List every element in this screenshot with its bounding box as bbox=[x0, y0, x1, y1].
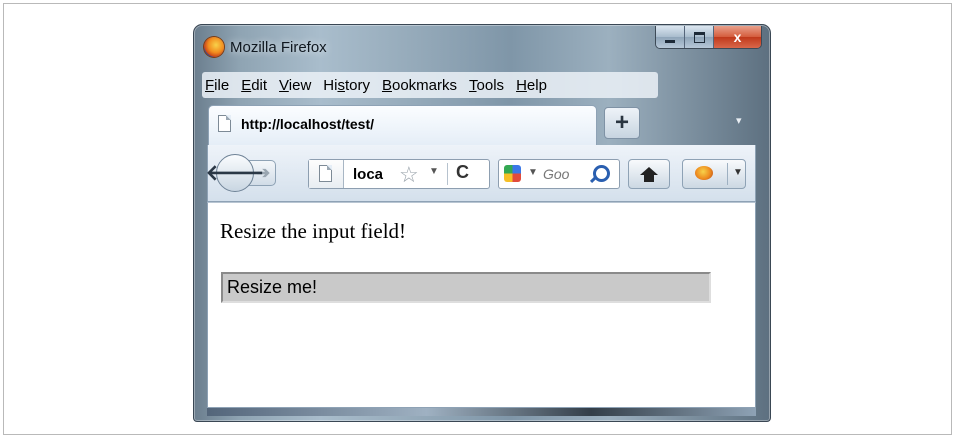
back-arrow-icon: 🡐 bbox=[205, 160, 265, 185]
tab-list-arrow-icon[interactable]: ▾ bbox=[736, 114, 742, 127]
firefox-logo-icon[interactable] bbox=[204, 37, 224, 57]
menu-edit[interactable]: Edit bbox=[241, 77, 267, 94]
close-icon: x bbox=[733, 29, 742, 45]
menu-bookmarks[interactable]: Bookmarks bbox=[382, 77, 457, 94]
browser-tab[interactable]: http://localhost/test/ bbox=[208, 105, 597, 145]
star-icon[interactable]: ☆ bbox=[399, 162, 419, 188]
google-icon[interactable] bbox=[504, 165, 521, 182]
tab-title: http://localhost/test/ bbox=[241, 116, 374, 132]
back-button[interactable]: 🡐 bbox=[206, 154, 265, 192]
menu-help[interactable]: Help bbox=[516, 77, 547, 94]
page-heading: Resize the input field! bbox=[220, 219, 407, 243]
window-title: Mozilla Firefox bbox=[230, 39, 327, 56]
menu-history[interactable]: History bbox=[323, 77, 370, 94]
firebug-separator bbox=[727, 163, 728, 185]
menu-tools[interactable]: Tools bbox=[469, 77, 504, 94]
browser-window: Mozilla Firefox x File Edit View History… bbox=[193, 24, 771, 422]
window-bottom-border bbox=[207, 408, 756, 416]
site-identity-button[interactable] bbox=[309, 160, 344, 188]
navigation-toolbar: ➔ 🡐 loca ☆ ▼ C ▼ Goo ▼ bbox=[206, 145, 756, 202]
page-icon bbox=[218, 115, 231, 132]
resize-input[interactable] bbox=[221, 272, 711, 303]
new-tab-button[interactable]: + bbox=[604, 107, 640, 139]
page-icon bbox=[319, 165, 332, 182]
firebug-button[interactable]: ▼ bbox=[682, 159, 746, 189]
maximize-button[interactable] bbox=[685, 26, 714, 48]
url-dropdown-icon[interactable]: ▼ bbox=[429, 166, 439, 177]
url-text[interactable]: loca bbox=[353, 166, 383, 183]
minimize-button[interactable] bbox=[656, 26, 685, 48]
firebug-dropdown-icon[interactable]: ▼ bbox=[733, 167, 743, 178]
url-bar[interactable]: loca ☆ ▼ C bbox=[308, 159, 490, 189]
firebug-icon bbox=[695, 166, 713, 180]
magnifier-icon[interactable] bbox=[593, 165, 610, 182]
menu-view[interactable]: View bbox=[279, 77, 311, 94]
maximize-icon bbox=[693, 31, 705, 43]
url-separator bbox=[447, 163, 448, 185]
menubar: File Edit View History Bookmarks Tools H… bbox=[202, 72, 658, 98]
search-input[interactable]: Goo bbox=[543, 166, 569, 182]
page-content: Resize the input field! bbox=[207, 202, 756, 408]
close-button[interactable]: x bbox=[714, 26, 761, 48]
menu-file[interactable]: File bbox=[205, 77, 229, 94]
search-engine-dropdown-icon[interactable]: ▼ bbox=[528, 167, 538, 178]
window-controls: x bbox=[655, 26, 762, 49]
reload-icon[interactable]: C bbox=[456, 162, 469, 183]
home-button[interactable] bbox=[628, 159, 670, 189]
titlebar[interactable]: Mozilla Firefox x bbox=[194, 25, 770, 65]
home-icon bbox=[640, 167, 658, 182]
minimize-icon bbox=[665, 39, 675, 43]
search-bar[interactable]: ▼ Goo bbox=[498, 159, 620, 189]
